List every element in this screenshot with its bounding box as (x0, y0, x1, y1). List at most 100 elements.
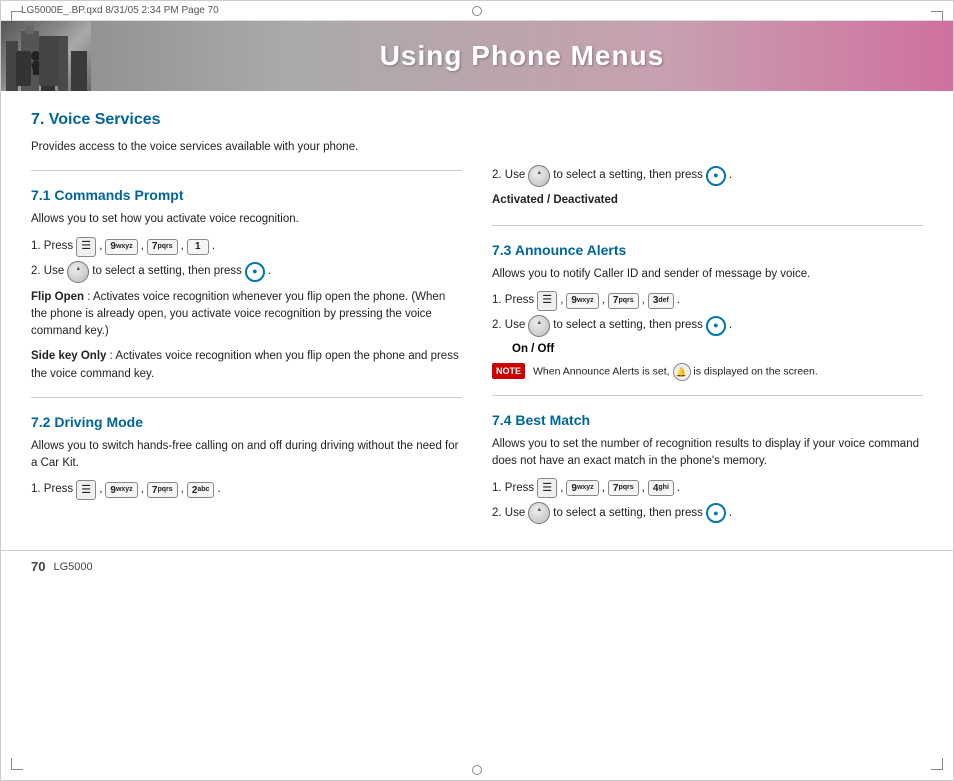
page: LG5000E_.BP.qxd 8/31/05 2:34 PM Page 70 … (0, 0, 954, 781)
section-73-title: 7.3 Announce Alerts (492, 242, 923, 258)
right-column: 2. Use to select a setting, then press ●… (492, 111, 923, 530)
comma-72-2: , (141, 480, 144, 500)
circle-mark-bottom (472, 765, 482, 775)
section-73-body: Allows you to notify Caller ID and sende… (492, 266, 923, 283)
period-2: . (268, 262, 271, 282)
right-step2-prefix: 2. Use (492, 166, 525, 186)
left-column: 7. Voice Services Provides access to the… (31, 111, 462, 530)
section-71-body: Allows you to set how you activate voice… (31, 211, 462, 228)
corner-mark-br (931, 758, 943, 770)
key-1-71: 1 (187, 239, 209, 255)
key-9-74: 9wxyz (566, 480, 598, 496)
step2-suffix-73: to select a setting, then press (553, 316, 703, 336)
main-content: 7. Voice Services Provides access to the… (1, 91, 953, 550)
key-7-71: 7pqrs (147, 239, 178, 255)
menu-key-71: ☰ (76, 237, 96, 257)
ok-key-71: ● (245, 262, 265, 282)
flip-open-text: : Activates voice recognition whenever y… (31, 291, 445, 338)
section-74-body: Allows you to set the number of recognit… (492, 436, 923, 471)
step2-prefix-73: 2. Use (492, 316, 525, 336)
step1-prefix-72: 1. Press (31, 480, 73, 500)
key-7-72: 7pqrs (147, 482, 178, 498)
comma-73-2: , (602, 291, 605, 311)
right-period: . (729, 166, 732, 186)
menu-key-72: ☰ (76, 480, 96, 500)
comma-73-1: , (560, 291, 563, 311)
comma-74-3: , (642, 479, 645, 499)
step2-prefix-74: 2. Use (492, 504, 525, 524)
header: Using Phone Menus (1, 21, 953, 91)
corner-mark-bl (11, 758, 23, 770)
step2-prefix-71: 2. Use (31, 262, 64, 282)
section-71-flip-open: Flip Open : Activates voice recognition … (31, 289, 462, 341)
section-71-step1: 1. Press ☰ , 9wxyz , 7pqrs , 1 . 2. Use … (31, 237, 462, 283)
divider-2 (31, 397, 462, 398)
period-73: . (677, 291, 680, 311)
section-72-title: 7.2 Driving Mode (31, 414, 462, 430)
step2-suffix-74: to select a setting, then press (553, 504, 703, 524)
key-2-72: 2abc (187, 482, 215, 498)
key-4-74: 4ghi (648, 480, 674, 496)
comma-74-2: , (602, 479, 605, 499)
main-section-title: 7. Voice Services (31, 111, 462, 129)
key-9-71: 9wxyz (105, 239, 137, 255)
period-74: . (677, 479, 680, 499)
step1-prefix-74: 1. Press (492, 479, 534, 499)
ok-key-73: ● (706, 316, 726, 336)
period-73-2: . (729, 316, 732, 336)
circle-mark-top (472, 6, 482, 16)
comma-74-1: , (560, 479, 563, 499)
nav-key-71 (67, 261, 89, 283)
side-key-label: Side key Only (31, 350, 106, 362)
note-label-73: NOTE (492, 363, 525, 379)
comma-1: , (99, 237, 102, 257)
step1-prefix-71: 1. Press (31, 237, 73, 257)
announce-icon: 🔔 (673, 363, 691, 381)
menu-key-73: ☰ (537, 291, 557, 311)
comma-73-3: , (642, 291, 645, 311)
menu-key-74: ☰ (537, 478, 557, 498)
section-72-step1: 1. Press ☰ , 9wxyz , 7pqrs , 2abc . (31, 480, 462, 500)
footer: 70 LG5000 (1, 550, 953, 582)
period-74-2: . (729, 504, 732, 524)
note-text-73: When Announce Alerts is set, 🔔 is displa… (533, 363, 818, 381)
section-73-steps: 1. Press ☰ , 9wxyz , 7pqrs , 3def . 2. U… (492, 291, 923, 337)
comma-72-3: , (181, 480, 184, 500)
key-3-73: 3def (648, 293, 674, 309)
section-71-side-key: Side key Only : Activates voice recognit… (31, 348, 462, 383)
flip-open-label: Flip Open (31, 291, 84, 303)
comma-72-1: , (99, 480, 102, 500)
section-74-title: 7.4 Best Match (492, 412, 923, 428)
step2-suffix-71: to select a setting, then press (92, 262, 242, 282)
section-71-title: 7.1 Commands Prompt (31, 187, 462, 203)
section-72-body: Allows you to switch hands-free calling … (31, 438, 462, 473)
note-box-73: NOTE When Announce Alerts is set, 🔔 is d… (492, 363, 923, 381)
footer-brand: LG5000 (53, 561, 92, 573)
right-step2-suffix: to select a setting, then press (553, 166, 703, 186)
footer-page-num: 70 (31, 559, 45, 574)
main-section-body: Provides access to the voice services av… (31, 139, 462, 156)
header-title: Using Phone Menus (91, 40, 953, 72)
step1-prefix-73: 1. Press (492, 291, 534, 311)
nav-key-73 (528, 315, 550, 337)
divider-1 (31, 170, 462, 171)
ok-key-right: ● (706, 166, 726, 186)
period-1: . (212, 237, 215, 257)
nav-key-right (528, 165, 550, 187)
section-74-steps: 1. Press ☰ , 9wxyz , 7pqrs , 4ghi . 2. U… (492, 478, 923, 524)
ok-key-74: ● (706, 503, 726, 523)
key-7-73: 7pqrs (608, 293, 639, 309)
comma-3: , (181, 237, 184, 257)
comma-2: , (141, 237, 144, 257)
right-step2-intro: 2. Use to select a setting, then press ●… (492, 165, 923, 211)
header-image (1, 21, 91, 91)
divider-right-1 (492, 225, 923, 226)
key-7-74: 7pqrs (608, 480, 639, 496)
divider-right-2 (492, 395, 923, 396)
right-col-option: Activated / Deactivated (492, 191, 923, 211)
section-73-option: On / Off (512, 343, 923, 355)
key-9-73: 9wxyz (566, 293, 598, 309)
key-9-72: 9wxyz (105, 482, 137, 498)
nav-key-74 (528, 502, 550, 524)
period-72: . (217, 480, 220, 500)
